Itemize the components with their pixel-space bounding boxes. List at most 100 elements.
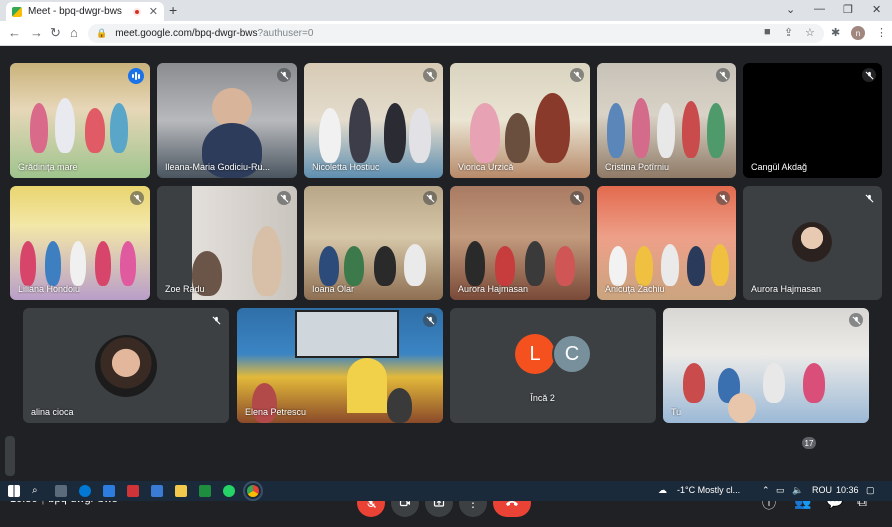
- participant-tile[interactable]: Ileana-Maria Godiciu-Ru...: [157, 63, 297, 178]
- mic-off-icon: [277, 68, 291, 82]
- video-feed: [450, 186, 590, 300]
- participant-name: alina cioca: [31, 407, 74, 417]
- browser-toolbar: ← → ↻ ⌂ 🔒 meet.google.com/bpq-dwgr-bws ?…: [0, 21, 892, 46]
- share-icon[interactable]: ⇪: [784, 26, 793, 39]
- more-participants-tile[interactable]: L C Încă 2: [450, 308, 656, 423]
- participant-name: Viorica Urzică: [458, 162, 514, 172]
- side-panel-handle[interactable]: [5, 436, 15, 476]
- browser-tabstrip: Meet - bpq-dwgr-bws ✕ + ⌄ — ❐ ✕: [0, 0, 892, 21]
- extensions-icon[interactable]: ✱: [831, 26, 840, 39]
- mic-off-icon: [423, 313, 437, 327]
- mic-off-icon: [209, 313, 223, 327]
- windows-taskbar: ⌕ ☁ -1°C Mostly cl... ⌃ ▭ 🔈 ROU 10:36 ▢: [0, 481, 892, 501]
- tab-meet[interactable]: Meet - bpq-dwgr-bws ✕: [6, 2, 164, 21]
- participant-tile[interactable]: Zoe Radu: [157, 186, 297, 300]
- task-view-icon[interactable]: [55, 485, 67, 497]
- speaking-indicator-icon: [128, 68, 144, 84]
- video-feed: [597, 63, 736, 178]
- self-view-tile[interactable]: Tu: [663, 308, 869, 423]
- participant-letter-avatar: L: [515, 334, 555, 374]
- mic-off-icon: [570, 191, 584, 205]
- weather-icon: ☁: [658, 485, 667, 495]
- file-explorer-icon[interactable]: [175, 485, 187, 497]
- participant-tile[interactable]: Liliana Hondoiu: [10, 186, 150, 300]
- mic-off-icon: [862, 191, 876, 205]
- reload-icon[interactable]: ↻: [50, 25, 61, 41]
- participant-name: Nicoletta Hostiuc: [312, 162, 380, 172]
- volume-icon[interactable]: 🔈: [792, 485, 803, 496]
- minimize-button[interactable]: —: [814, 3, 825, 15]
- close-window-button[interactable]: ✕: [872, 3, 881, 16]
- participant-tile[interactable]: Grădiniţa mare: [10, 63, 150, 178]
- mic-off-icon: [862, 68, 876, 82]
- participant-name: Cristina Potîrniu: [605, 162, 670, 172]
- meet-stage: Grădiniţa mare Ileana-Maria Godiciu-Ru..…: [0, 46, 892, 527]
- search-icon[interactable]: ⌕: [32, 485, 44, 497]
- app-icon[interactable]: [151, 485, 163, 497]
- mic-off-icon: [423, 68, 437, 82]
- tray-overflow-icon[interactable]: ⌃: [762, 485, 770, 496]
- video-feed: [10, 186, 150, 300]
- participant-tile[interactable]: Aurora Hajmasan: [743, 186, 882, 300]
- store-icon[interactable]: [103, 485, 115, 497]
- excel-icon[interactable]: [199, 485, 211, 497]
- bookmark-star-icon[interactable]: ☆: [805, 26, 815, 39]
- camera-icon[interactable]: ■: [764, 26, 771, 38]
- participant-name: Ioana Olar: [312, 284, 355, 294]
- video-feed: [450, 63, 590, 178]
- participant-letter-avatar: C: [552, 334, 592, 374]
- chrome-icon[interactable]: [243, 481, 263, 501]
- whatsapp-icon[interactable]: [223, 485, 235, 497]
- participant-name: Tu: [671, 407, 682, 417]
- mic-off-icon: [849, 313, 863, 327]
- home-icon[interactable]: ⌂: [70, 25, 78, 40]
- app-icon[interactable]: [127, 485, 139, 497]
- video-feed: [663, 308, 869, 423]
- avatar: [792, 222, 832, 262]
- tab-title: Meet - bpq-dwgr-bws: [28, 6, 122, 17]
- new-tab-button[interactable]: +: [169, 2, 177, 18]
- edge-icon[interactable]: [79, 485, 91, 497]
- address-bar[interactable]: 🔒 meet.google.com/bpq-dwgr-bws ?authuser…: [88, 24, 824, 43]
- notifications-icon[interactable]: ▢: [866, 485, 875, 496]
- participant-tile[interactable]: Cangül Akdağ: [743, 63, 882, 178]
- tab-search-icon[interactable]: ⌄: [786, 3, 795, 16]
- participant-name: Ileana-Maria Godiciu-Ru...: [165, 162, 271, 172]
- windows-start-icon[interactable]: [8, 485, 20, 497]
- avatar: [95, 335, 157, 397]
- mic-off-icon: [277, 191, 291, 205]
- language-indicator[interactable]: ROU: [812, 485, 832, 495]
- participant-name: Elena Petrescu: [245, 407, 307, 417]
- recording-indicator-icon: [132, 7, 141, 16]
- participant-tile[interactable]: Ioana Olar: [304, 186, 443, 300]
- profile-avatar[interactable]: n: [851, 26, 865, 40]
- participant-tile[interactable]: Anicuţa Zachiu: [597, 186, 736, 300]
- video-feed: [237, 308, 443, 423]
- maximize-button[interactable]: ❐: [843, 3, 853, 16]
- lock-icon: 🔒: [96, 28, 108, 38]
- weather-text[interactable]: -1°C Mostly cl...: [677, 485, 740, 495]
- video-feed: [157, 63, 297, 178]
- tab-close-icon[interactable]: ✕: [149, 5, 158, 18]
- participant-tile[interactable]: Cristina Potîrniu: [597, 63, 736, 178]
- mic-off-icon: [130, 191, 144, 205]
- participant-name: Aurora Hajmasan: [751, 284, 822, 294]
- network-icon[interactable]: ▭: [776, 485, 785, 496]
- participant-name: Anicuţa Zachiu: [605, 284, 665, 294]
- taskbar-clock[interactable]: 10:36: [836, 485, 859, 495]
- meet-favicon-icon: [12, 6, 22, 17]
- url-query: ?authuser=0: [257, 28, 314, 39]
- mic-off-icon: [716, 68, 730, 82]
- participant-name: Aurora Hajmasan: [458, 284, 529, 294]
- participant-name: Liliana Hondoiu: [18, 284, 81, 294]
- url-host: meet.google.com/bpq-dwgr-bws: [115, 28, 258, 39]
- participant-tile[interactable]: Aurora Hajmasan: [450, 186, 590, 300]
- menu-kebab-icon[interactable]: ⋮: [876, 26, 887, 39]
- back-arrow-icon[interactable]: ←: [8, 25, 21, 40]
- forward-arrow-icon[interactable]: →: [30, 25, 43, 40]
- participant-tile[interactable]: Elena Petrescu: [237, 308, 443, 423]
- participant-tile[interactable]: Nicoletta Hostiuc: [304, 63, 443, 178]
- participant-tile[interactable]: Viorica Urzică: [450, 63, 590, 178]
- mic-off-icon: [716, 191, 730, 205]
- participant-tile[interactable]: alina cioca: [23, 308, 229, 423]
